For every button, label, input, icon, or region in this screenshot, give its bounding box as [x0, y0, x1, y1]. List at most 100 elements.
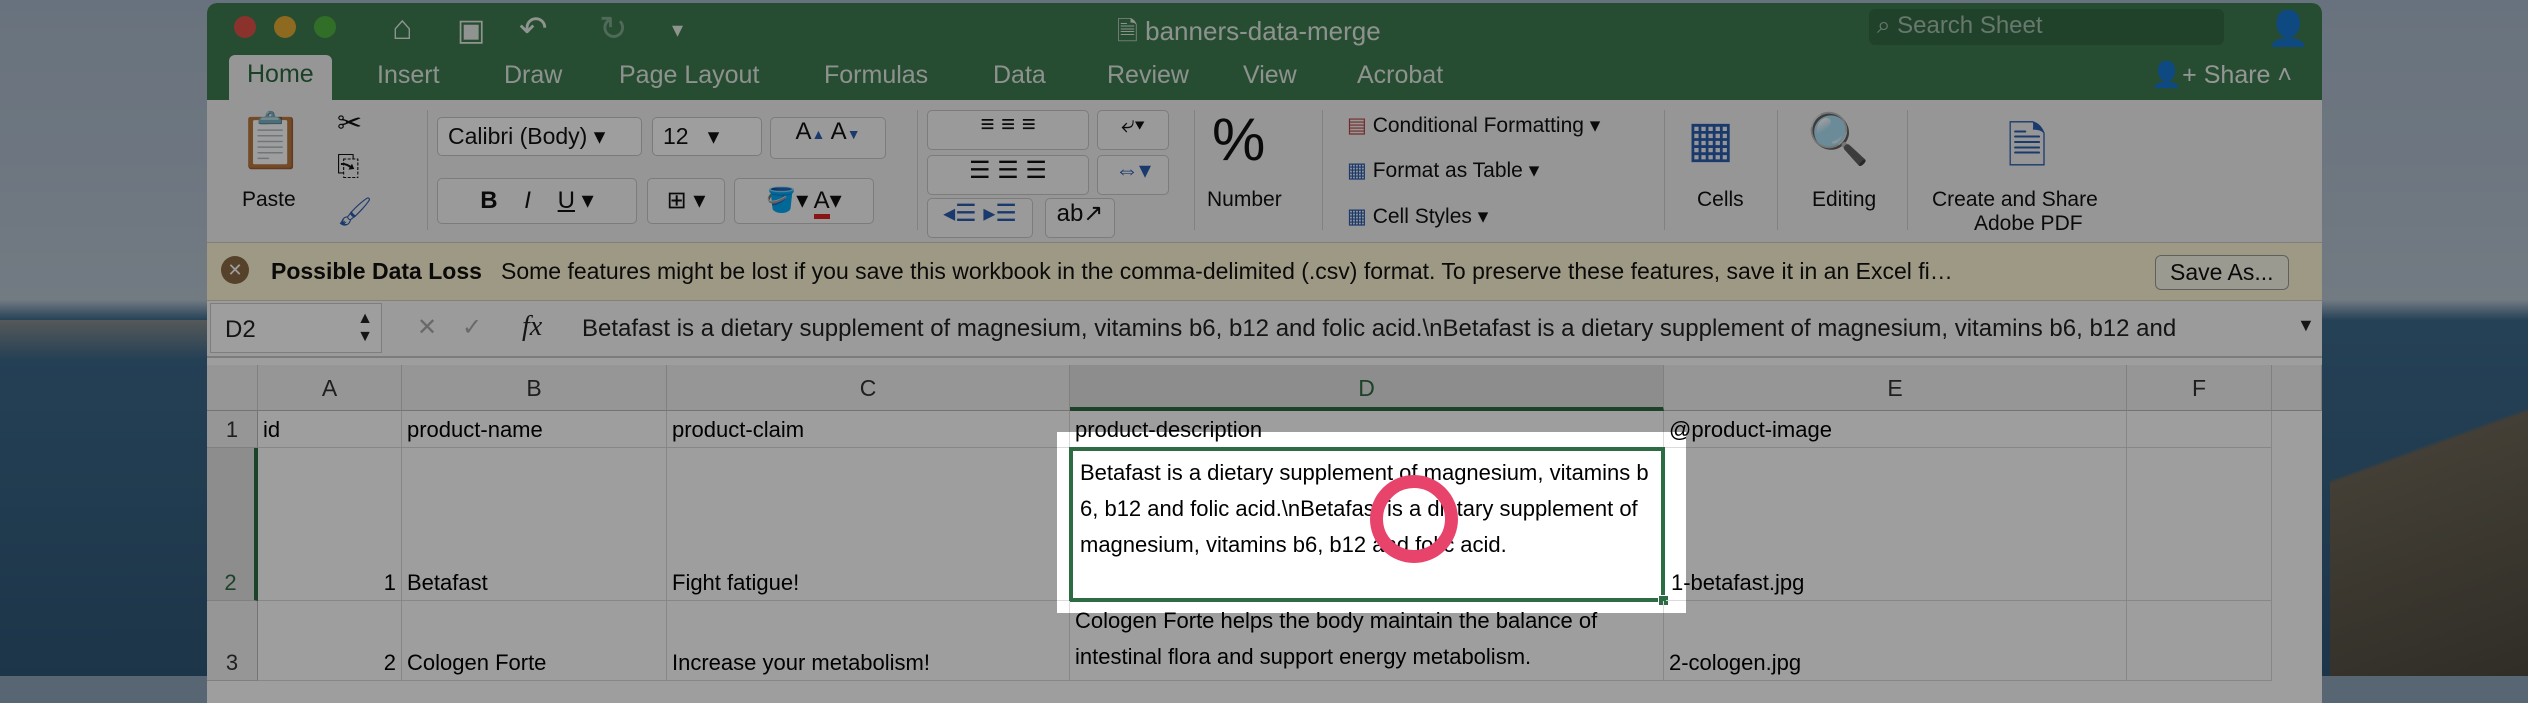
tab-data[interactable]: Data [993, 61, 1046, 90]
collapse-ribbon-icon[interactable]: ˄ [2270, 61, 2292, 89]
share-label: Share [2203, 61, 2271, 89]
cell-c2[interactable]: Fight fatigue! [667, 448, 1070, 601]
cell-f1[interactable] [2127, 411, 2272, 448]
cell-a1[interactable]: id [258, 411, 402, 448]
column-header-g[interactable] [2272, 365, 2322, 411]
cells-button[interactable]: Cells [1697, 188, 1744, 212]
row-header-3[interactable]: 3 [207, 601, 258, 681]
tab-view[interactable]: View [1243, 61, 1297, 90]
font-size-value: 12 [663, 123, 689, 149]
borders-button[interactable]: ⊞ ▾ [647, 178, 725, 224]
cell-c1[interactable]: product-claim [667, 411, 1070, 448]
column-header-b[interactable]: B [402, 365, 667, 411]
conditional-formatting-button[interactable]: ▤ Conditional Formatting ▾ [1347, 113, 1600, 138]
search-sheet-input[interactable]: ⌕ Search Sheet [1869, 9, 2224, 45]
cell-b2[interactable]: Betafast [402, 448, 667, 601]
cut-icon[interactable]: ✂ [337, 106, 362, 141]
vertical-align-group[interactable]: ≡ ≡ ≡ [927, 110, 1089, 150]
save-icon[interactable]: ▣ [457, 13, 485, 48]
name-box-value: D2 [225, 316, 256, 343]
format-as-table-button[interactable]: ▦ Format as Table ▾ [1347, 158, 1539, 183]
select-all-corner[interactable] [207, 365, 258, 411]
ribbon-home: 📋 Paste ✂ ⎘ 🖌 Calibri (Body) ▾ 12 ▾ A▲ A… [207, 100, 2322, 243]
wrap-text-button[interactable]: ⤶▾ [1097, 110, 1169, 150]
editing-button[interactable]: Editing [1812, 188, 1876, 212]
enter-icon[interactable]: ✓ [462, 313, 482, 342]
create-share-pdf-line2: Adobe PDF [1974, 212, 2083, 235]
paste-icon[interactable]: 📋 [237, 110, 304, 173]
cell-a3[interactable]: 2 [258, 601, 402, 681]
column-header-f[interactable]: F [2127, 365, 2272, 411]
fill-color-icon[interactable]: 🪣 [766, 187, 796, 214]
underline-button[interactable]: U [558, 187, 575, 214]
insert-function-icon[interactable]: fx [522, 311, 542, 343]
cell-styles-button[interactable]: ▦ Cell Styles ▾ [1347, 204, 1488, 229]
formula-content[interactable]: Betafast is a dietary supplement of magn… [582, 315, 2176, 343]
title-text: banners-data-merge [1145, 16, 1381, 46]
merge-center-button[interactable]: ⇔▾ [1097, 155, 1169, 195]
cancel-icon[interactable]: ✕ [417, 313, 437, 342]
column-header-e[interactable]: E [1664, 365, 2127, 411]
font-size-grow-shrink[interactable]: A▲ A▼ [770, 117, 886, 159]
number-button[interactable]: Number [1207, 188, 1282, 212]
tab-formulas[interactable]: Formulas [824, 61, 928, 90]
font-name-select[interactable]: Calibri (Body) ▾ [437, 117, 642, 156]
cell-f3[interactable] [2127, 601, 2272, 681]
cell-d2-selected[interactable]: Betafast is a dietary supplement of magn… [1069, 447, 1665, 602]
column-header-a[interactable]: A [258, 365, 402, 411]
message-text: Some features might be lost if you save … [501, 258, 1953, 284]
italic-button[interactable]: I [524, 187, 531, 214]
cell-f2[interactable] [2127, 448, 2272, 601]
redo-icon[interactable]: ↻ [599, 9, 628, 49]
cell-a2[interactable]: 1 [258, 448, 402, 601]
copy-icon[interactable]: ⎘ [337, 150, 359, 183]
column-header-d[interactable]: D [1070, 365, 1664, 411]
fill-font-color-group[interactable]: 🪣▾ A▾ [734, 178, 874, 224]
tab-acrobat[interactable]: Acrobat [1357, 61, 1443, 90]
format-painter-icon[interactable]: 🖌 [337, 195, 373, 228]
expand-formula-icon[interactable]: ▼ [2297, 315, 2315, 336]
minimize-button[interactable] [274, 16, 296, 38]
close-button[interactable] [234, 16, 256, 38]
tab-home[interactable]: Home [229, 55, 332, 100]
create-share-pdf-button[interactable]: Create and Share [1932, 188, 2098, 212]
user-feedback-icon[interactable]: 👤 [2267, 9, 2309, 49]
save-as-button[interactable]: Save As... [2155, 255, 2289, 290]
bold-button[interactable]: B [480, 187, 497, 214]
row-header-2[interactable]: 2 [207, 448, 258, 601]
font-color-icon[interactable]: A [813, 187, 830, 219]
indent-group[interactable]: ◂☰ ▸☰ [927, 198, 1033, 238]
cell-e2[interactable]: 1-betafast.jpg [1666, 448, 2127, 601]
cells-icon[interactable]: ▦ [1687, 110, 1734, 168]
undo-icon[interactable]: ↶ [519, 9, 548, 49]
desktop-horizon [0, 320, 207, 360]
cell-b3[interactable]: Cologen Forte [402, 601, 667, 681]
row-header-1[interactable]: 1 [207, 411, 258, 448]
percent-icon[interactable]: % [1212, 105, 1265, 174]
cell-c3[interactable]: Increase your metabolism! [667, 601, 1070, 681]
customize-toolbar-icon[interactable]: ▾ [672, 17, 683, 43]
paste-button[interactable]: Paste [242, 188, 296, 212]
home-icon[interactable]: ⌂ [392, 9, 413, 48]
zoom-button[interactable] [314, 16, 336, 38]
cell-e3[interactable]: 2-cologen.jpg [1664, 601, 2127, 681]
tab-draw[interactable]: Draw [504, 61, 562, 90]
font-size-select[interactable]: 12 ▾ [652, 117, 762, 156]
share-button[interactable]: 👤+ Share ˄ [2151, 61, 2292, 90]
pdf-share-icon[interactable]: 🗎 [2007, 110, 2047, 195]
name-box[interactable]: D2 ▲ ▼ [210, 303, 382, 353]
font-style-group[interactable]: B I U ▾ [437, 178, 637, 224]
tab-insert[interactable]: Insert [377, 61, 440, 90]
column-header-c[interactable]: C [667, 365, 1070, 411]
orientation-button[interactable]: ab↗ [1045, 198, 1115, 238]
tab-page-layout[interactable]: Page Layout [619, 61, 759, 90]
magnifier-icon[interactable]: 🔍 [1807, 110, 1869, 169]
tab-review[interactable]: Review [1107, 61, 1189, 90]
horizontal-align-group[interactable]: ☰ ☰ ☰ [927, 155, 1089, 195]
cell-d1[interactable]: product-description [1070, 411, 1664, 448]
cell-d3[interactable]: Cologen Forte helps the body maintain th… [1070, 601, 1664, 681]
name-box-stepper-icon[interactable]: ▲ ▼ [357, 310, 373, 346]
cell-e1[interactable]: @product-image [1664, 411, 2127, 448]
cell-b1[interactable]: product-name [402, 411, 667, 448]
close-message-icon[interactable]: ✕ [221, 256, 249, 284]
